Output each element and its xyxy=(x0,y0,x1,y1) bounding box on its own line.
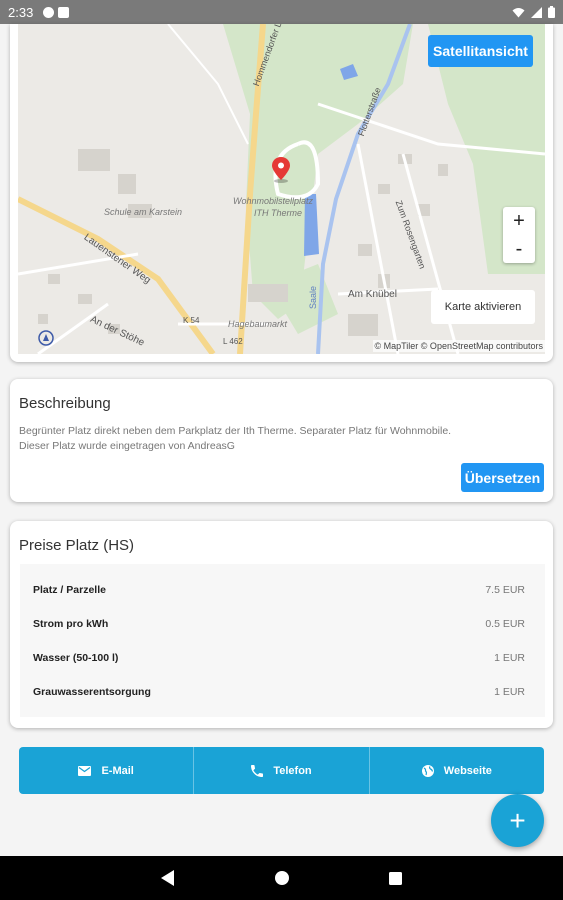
prices-card: Preise Platz (HS) Platz / Parzelle 7.5 E… xyxy=(10,521,553,728)
phone-icon xyxy=(251,764,264,777)
status-bar: 2:33 xyxy=(0,0,563,24)
recents-icon[interactable] xyxy=(389,871,402,885)
table-row: Wasser (50-100 l) 1 EUR xyxy=(20,641,545,675)
description-line-2: Dieser Platz wurde eingetragen von Andre… xyxy=(19,440,235,452)
description-title: Beschreibung xyxy=(19,395,111,412)
map-label-wohnmobil: Wohnmobilstellplatz xyxy=(233,196,314,206)
description-card: Beschreibung Begrünter Platz direkt nebe… xyxy=(10,379,553,502)
price-label: Grauwasserentsorgung xyxy=(33,686,151,698)
zoom-in-button[interactable]: + xyxy=(503,207,535,235)
price-label: Wasser (50-100 l) xyxy=(33,652,119,664)
price-value: 7.5 EUR xyxy=(485,584,525,596)
map-label-l462: L 462 xyxy=(223,337,243,346)
map-label-saale: Saale xyxy=(308,285,318,309)
price-label: Platz / Parzelle xyxy=(33,584,106,596)
back-icon[interactable] xyxy=(161,870,175,886)
email-icon xyxy=(78,765,92,776)
battery-icon xyxy=(548,6,555,18)
activate-map-button[interactable]: Karte aktivieren xyxy=(431,290,535,324)
p-icon xyxy=(43,6,55,18)
prices-title: Preise Platz (HS) xyxy=(19,537,135,554)
description-text: Begrünter Platz direkt neben dem Parkpla… xyxy=(19,424,539,454)
description-line-1: Begrünter Platz direkt neben dem Parkpla… xyxy=(19,425,452,437)
website-label: Webseite xyxy=(443,764,492,777)
phone-button[interactable]: Telefon xyxy=(194,747,370,794)
map-label-therme: ITH Therme xyxy=(254,208,303,218)
phone-label: Telefon xyxy=(273,764,312,777)
email-label: E-Mail xyxy=(101,764,134,777)
website-button[interactable]: Webseite xyxy=(370,747,544,794)
table-row: Grauwasserentsorgung 1 EUR xyxy=(20,675,545,709)
satellite-view-button[interactable]: Satellitansicht xyxy=(428,35,533,67)
map-label-school: Schule am Karstein xyxy=(104,207,183,217)
compass-icon xyxy=(38,330,54,346)
translate-button[interactable]: Übersetzen xyxy=(461,463,544,492)
email-button[interactable]: E-Mail xyxy=(19,747,195,794)
status-time: 2:33 xyxy=(8,4,34,20)
sim-card-icon xyxy=(58,6,70,18)
price-value: 1 EUR xyxy=(494,686,525,698)
wifi-icon xyxy=(512,7,525,17)
map-label-hagebaumarkt: Hagebaumarkt xyxy=(228,319,288,329)
location-pin-icon[interactable] xyxy=(271,157,291,183)
map-label-am-knubel: Am Knübel xyxy=(348,289,397,300)
map-attribution[interactable]: © MapTiler © OpenStreetMap contributors xyxy=(372,340,545,352)
price-value: 1 EUR xyxy=(494,652,525,664)
table-row: Platz / Parzelle 7.5 EUR xyxy=(20,573,545,607)
system-nav-bar xyxy=(0,856,563,900)
map-view[interactable]: Hommendorfer Landstraße Flotterstraße Sc… xyxy=(18,24,545,354)
add-fab-button[interactable]: + xyxy=(491,794,544,847)
price-value: 0.5 EUR xyxy=(485,618,525,630)
globe-icon xyxy=(421,764,434,777)
home-icon[interactable] xyxy=(275,871,289,885)
map-label-k54: K 54 xyxy=(183,316,200,325)
zoom-out-button[interactable]: - xyxy=(503,235,535,263)
price-label: Strom pro kWh xyxy=(33,618,109,630)
contact-action-bar: E-Mail Telefon Webseite xyxy=(19,747,544,794)
table-row: Strom pro kWh 0.5 EUR xyxy=(20,607,545,641)
map-card: Hommendorfer Landstraße Flotterstraße Sc… xyxy=(10,24,553,362)
zoom-control: + - xyxy=(503,207,535,263)
price-table: Platz / Parzelle 7.5 EUR Strom pro kWh 0… xyxy=(20,564,545,717)
signal-icon xyxy=(531,6,542,18)
plus-icon: + xyxy=(509,804,526,836)
